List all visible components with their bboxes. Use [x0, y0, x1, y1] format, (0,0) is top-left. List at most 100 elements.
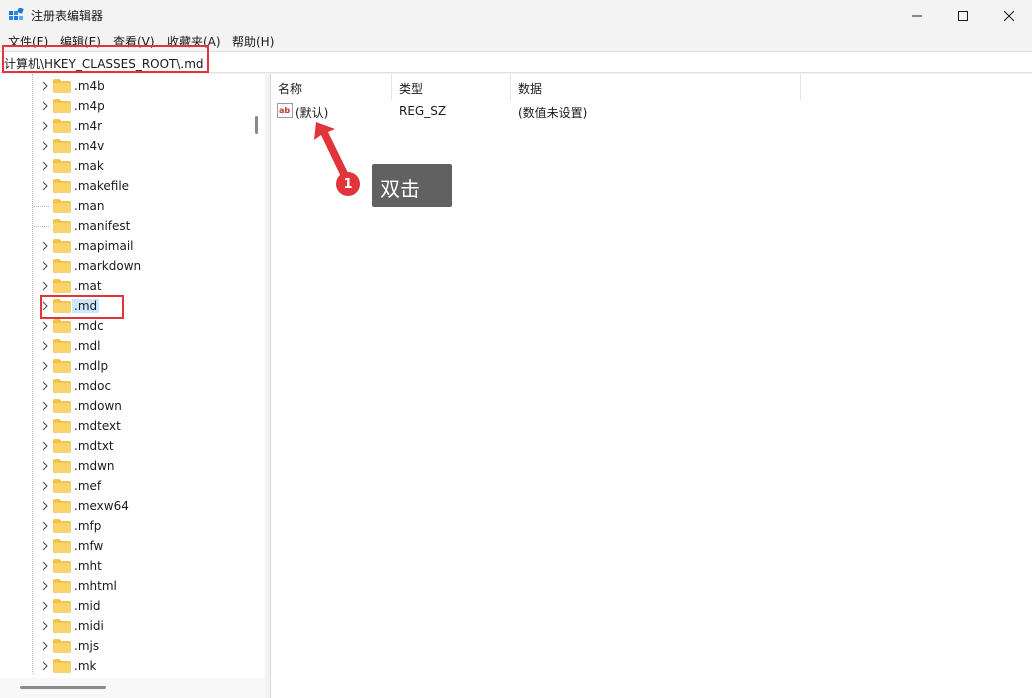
expand-chevron-icon[interactable] — [40, 161, 50, 171]
expand-chevron-icon[interactable] — [40, 481, 50, 491]
folder-icon — [53, 259, 71, 273]
tree-item-label: .mdown — [74, 399, 122, 413]
tree-item[interactable]: .mat — [0, 276, 248, 296]
tree-item[interactable]: .md — [0, 296, 248, 316]
column-header-data[interactable]: 数据 — [511, 74, 801, 100]
tree-item[interactable]: .m4b — [0, 76, 248, 96]
tree-item[interactable]: .mfw — [0, 536, 248, 556]
expand-chevron-icon[interactable] — [40, 441, 50, 451]
column-header-name[interactable]: 名称 — [271, 74, 392, 100]
expand-chevron-icon[interactable] — [40, 381, 50, 391]
annotation-text: 双击 — [380, 177, 420, 201]
folder-icon — [53, 459, 71, 473]
tree-item-label: .m4p — [74, 99, 105, 113]
expand-chevron-icon[interactable] — [40, 81, 50, 91]
expand-chevron-icon[interactable] — [40, 401, 50, 411]
expand-chevron-icon[interactable] — [40, 581, 50, 591]
selected-key-highlight-box — [40, 295, 124, 319]
folder-icon — [53, 639, 71, 653]
column-header-type-label: 类型 — [399, 82, 424, 96]
title-bar: 注册表编辑器 — [0, 0, 1032, 31]
tree-item[interactable]: .mht — [0, 556, 248, 576]
tree-item-label: .markdown — [74, 259, 142, 273]
folder-icon — [53, 379, 71, 393]
tree-item-label: .mid — [74, 599, 101, 613]
expand-chevron-icon[interactable] — [40, 281, 50, 291]
value-row-default[interactable]: ab (默认) REG_SZ (数值未设置) — [271, 101, 1031, 121]
tree-item[interactable]: .manifest — [0, 216, 248, 236]
tree-item-label: .mjs — [74, 639, 100, 653]
expand-chevron-icon[interactable] — [40, 601, 50, 611]
tree-item-label: .mdtxt — [74, 439, 114, 453]
tree-item[interactable]: .m4r — [0, 116, 248, 136]
tree-item-label: .makefile — [74, 179, 130, 193]
tree-item[interactable]: .man — [0, 196, 248, 216]
maximize-button[interactable] — [940, 0, 986, 31]
close-button[interactable] — [986, 0, 1032, 31]
expand-chevron-icon[interactable] — [40, 561, 50, 571]
folder-icon — [53, 239, 71, 253]
minimize-button[interactable] — [894, 0, 940, 31]
expand-chevron-icon[interactable] — [40, 141, 50, 151]
tree-item-label: .mfp — [74, 519, 102, 533]
tree-vertical-scrollbar[interactable] — [248, 74, 265, 678]
tree-connector — [33, 226, 49, 227]
tree-item[interactable]: .m4v — [0, 136, 248, 156]
tree-item[interactable]: .mjs — [0, 636, 248, 656]
key-tree[interactable]: .m4b .m4p .m4r .m4v .mak .makefile .man .manife… — [0, 74, 265, 698]
tree-item[interactable]: .m4p — [0, 96, 248, 116]
expand-chevron-icon[interactable] — [40, 541, 50, 551]
tree-item-label: .mht — [74, 559, 102, 573]
tree-item[interactable]: .mdtext — [0, 416, 248, 436]
tree-connector — [33, 206, 49, 207]
tree-item[interactable]: .midi — [0, 616, 248, 636]
tree-item[interactable]: .mdown — [0, 396, 248, 416]
value-data: (数值未设置) — [518, 106, 588, 120]
expand-chevron-icon[interactable] — [40, 241, 50, 251]
tree-item[interactable]: .mdl — [0, 336, 248, 356]
tree-item-label: .mdc — [74, 319, 104, 333]
tree-item[interactable]: .mdwn — [0, 456, 248, 476]
menu-help[interactable]: 帮助(H) — [232, 33, 274, 50]
expand-chevron-icon[interactable] — [40, 501, 50, 511]
tree-item[interactable]: .mk — [0, 656, 248, 676]
tree-item[interactable]: .mhtml — [0, 576, 248, 596]
tree-item[interactable]: .mdtxt — [0, 436, 248, 456]
tree-item[interactable]: .mef — [0, 476, 248, 496]
tree-item[interactable]: .mfp — [0, 516, 248, 536]
tree-item[interactable]: .mdc — [0, 316, 248, 336]
tree-item-label: .mdoc — [74, 379, 112, 393]
expand-chevron-icon[interactable] — [40, 121, 50, 131]
column-header-name-label: 名称 — [278, 82, 303, 96]
tree-item[interactable]: .makefile — [0, 176, 248, 196]
tree-hscroll-thumb[interactable] — [20, 686, 106, 689]
folder-icon — [53, 179, 71, 193]
expand-chevron-icon[interactable] — [40, 661, 50, 671]
tree-item-label: .mef — [74, 479, 102, 493]
folder-icon — [53, 199, 71, 213]
tree-scroll-thumb[interactable] — [255, 116, 258, 134]
expand-chevron-icon[interactable] — [40, 421, 50, 431]
tree-item[interactable]: .mak — [0, 156, 248, 176]
folder-icon — [53, 359, 71, 373]
expand-chevron-icon[interactable] — [40, 321, 50, 331]
expand-chevron-icon[interactable] — [40, 461, 50, 471]
expand-chevron-icon[interactable] — [40, 101, 50, 111]
expand-chevron-icon[interactable] — [40, 181, 50, 191]
expand-chevron-icon[interactable] — [40, 261, 50, 271]
expand-chevron-icon[interactable] — [40, 341, 50, 351]
folder-icon — [53, 319, 71, 333]
tree-item[interactable]: .markdown — [0, 256, 248, 276]
folder-icon — [53, 479, 71, 493]
tree-item-label: .mk — [74, 659, 97, 673]
tree-item[interactable]: .mdlp — [0, 356, 248, 376]
expand-chevron-icon[interactable] — [40, 621, 50, 631]
column-header-type[interactable]: 类型 — [392, 74, 511, 100]
expand-chevron-icon[interactable] — [40, 521, 50, 531]
expand-chevron-icon[interactable] — [40, 361, 50, 371]
tree-item[interactable]: .mexw64 — [0, 496, 248, 516]
tree-item[interactable]: .mid — [0, 596, 248, 616]
tree-item[interactable]: .mapimail — [0, 236, 248, 256]
tree-item[interactable]: .mdoc — [0, 376, 248, 396]
expand-chevron-icon[interactable] — [40, 641, 50, 651]
